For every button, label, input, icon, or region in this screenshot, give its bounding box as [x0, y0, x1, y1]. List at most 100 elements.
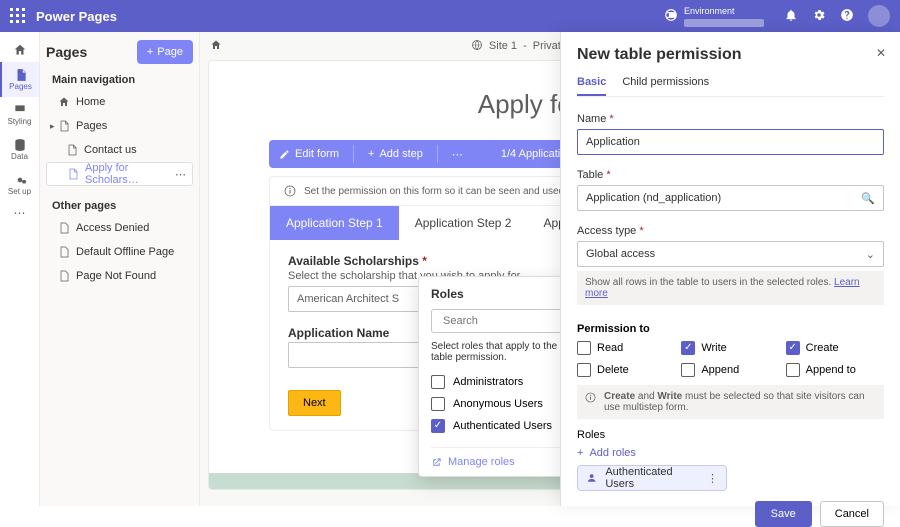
tree-item-more[interactable]: ⋯ — [175, 168, 186, 181]
roles-label: Roles — [577, 429, 884, 441]
environment-icon — [664, 8, 678, 25]
rail-home[interactable] — [0, 38, 39, 62]
step-tab-1[interactable]: Application Step 1 — [270, 206, 399, 240]
perm-read[interactable]: Read — [577, 341, 675, 355]
rail-data[interactable]: Data — [0, 132, 39, 167]
edit-form-label: Edit form — [295, 148, 339, 160]
roles-popover-title: Roles — [431, 287, 580, 301]
perm-info-row: Create and Write must be selected so tha… — [577, 385, 884, 419]
tree-notfound-label: Page Not Found — [76, 270, 156, 282]
perm-append[interactable]: Append — [681, 363, 779, 377]
add-page-button[interactable]: + Page — [137, 40, 193, 64]
step-tab-2[interactable]: Application Step 2 — [399, 206, 528, 240]
environment-label: Environment — [684, 6, 764, 17]
pages-sidebar: Pages + Page Main navigation Home ▸ Page… — [40, 32, 200, 506]
crumb-site[interactable]: Site 1 — [489, 40, 517, 52]
role-option-anonymous[interactable]: Anonymous Users — [431, 393, 580, 415]
plus-icon: + — [577, 447, 583, 459]
tree-offline[interactable]: Default Offline Page — [46, 240, 193, 264]
access-type-helper: Show all rows in the table to users in t… — [577, 271, 884, 305]
info-icon — [585, 392, 596, 403]
rail-styling[interactable]: Styling — [0, 97, 39, 132]
role-chip-more[interactable]: ⋮ — [707, 472, 718, 485]
site-icon — [471, 39, 483, 54]
search-icon: 🔍 — [861, 192, 875, 205]
table-input[interactable]: Application (nd_application) 🔍 — [577, 185, 884, 211]
tree-contact-label: Contact us — [84, 144, 137, 156]
sidebar-title: Pages — [46, 44, 87, 60]
info-icon — [284, 185, 296, 197]
access-type-label: Access type — [577, 225, 636, 237]
access-type-select[interactable]: Global access ⌄ — [577, 241, 884, 267]
rail-styling-label: Styling — [7, 117, 31, 126]
panel-tab-child[interactable]: Child permissions — [622, 76, 709, 96]
tree-home-label: Home — [76, 96, 105, 108]
plus-icon: + — [368, 148, 374, 160]
table-label: Table — [577, 169, 603, 181]
perm-appendto[interactable]: Append to — [786, 363, 884, 377]
cancel-button[interactable]: Cancel — [820, 501, 884, 527]
app-title: Power Pages — [36, 9, 117, 24]
appname-label: Application Name — [288, 326, 389, 340]
rail-more[interactable]: ⋯ — [14, 206, 26, 220]
pencil-icon — [279, 149, 290, 160]
tree-home[interactable]: Home — [46, 90, 193, 114]
role-chip-authenticated[interactable]: Authenticated Users ⋮ — [577, 465, 727, 491]
roles-search[interactable] — [431, 309, 580, 333]
manage-roles-link[interactable]: Manage roles — [431, 447, 580, 468]
add-page-label: Page — [157, 46, 183, 58]
name-label: Name — [577, 113, 606, 125]
tree-pages-label: Pages — [76, 120, 107, 132]
main-nav-label: Main navigation — [52, 74, 193, 86]
scholarship-label: Available Scholarships — [288, 254, 419, 268]
rail-setup[interactable]: Set up — [0, 167, 39, 202]
tree-apply[interactable]: Apply for Scholars… ⋯ — [46, 162, 193, 186]
role-option-authenticated[interactable]: Authenticated Users — [431, 415, 580, 437]
tree-apply-label: Apply for Scholars… — [85, 162, 169, 186]
perm-write[interactable]: Write — [681, 341, 779, 355]
rail-data-label: Data — [11, 152, 28, 161]
panel-tab-basic[interactable]: Basic — [577, 76, 606, 96]
external-icon — [431, 457, 442, 468]
tree-access-denied[interactable]: Access Denied — [46, 216, 193, 240]
notifications-icon[interactable] — [784, 8, 798, 25]
rail-setup-label: Set up — [8, 187, 31, 196]
environment-switcher[interactable]: Environment — [664, 6, 764, 27]
other-pages-label: Other pages — [52, 200, 193, 212]
tree-pages[interactable]: ▸ Pages — [46, 114, 193, 138]
tree-access-denied-label: Access Denied — [76, 222, 149, 234]
new-table-permission-panel: New table permission ✕ Basic Child permi… — [560, 32, 900, 506]
rail-pages[interactable]: Pages — [0, 62, 39, 97]
chevron-right-icon: ▸ — [50, 121, 55, 132]
add-step-button[interactable]: + Add step — [358, 140, 433, 168]
toolbar-more[interactable]: ⋯ — [442, 140, 473, 168]
edit-form-button[interactable]: Edit form — [269, 140, 349, 168]
user-avatar[interactable] — [868, 5, 890, 27]
tree-offline-label: Default Offline Page — [76, 246, 174, 258]
add-step-label: Add step — [379, 148, 422, 160]
chevron-down-icon: ⌄ — [866, 248, 875, 261]
role-option-admin[interactable]: Administrators — [431, 371, 580, 393]
panel-title: New table permission — [577, 46, 884, 64]
add-roles-button[interactable]: + Add roles — [577, 447, 884, 459]
plus-icon: + — [147, 46, 153, 58]
home-icon[interactable] — [210, 39, 222, 54]
topbar: Power Pages Environment — [0, 0, 900, 32]
name-input[interactable]: Application — [577, 129, 884, 155]
panel-close[interactable]: ✕ — [876, 46, 886, 60]
left-rail: Pages Styling Data Set up ⋯ — [0, 32, 40, 506]
waffle-icon[interactable] — [10, 8, 26, 24]
permission-to-label: Permission to — [577, 323, 884, 335]
person-icon — [586, 472, 597, 484]
help-icon[interactable] — [840, 8, 854, 25]
perm-create[interactable]: Create — [786, 341, 884, 355]
settings-icon[interactable] — [812, 8, 826, 25]
save-button[interactable]: Save — [755, 501, 812, 527]
tree-contact[interactable]: Contact us — [46, 138, 193, 162]
environment-name-redacted — [684, 19, 764, 27]
tree-notfound[interactable]: Page Not Found — [46, 264, 193, 288]
rail-pages-label: Pages — [9, 82, 32, 91]
next-button[interactable]: Next — [288, 390, 341, 416]
roles-help-text: Select roles that apply to the table per… — [431, 341, 580, 363]
perm-delete[interactable]: Delete — [577, 363, 675, 377]
